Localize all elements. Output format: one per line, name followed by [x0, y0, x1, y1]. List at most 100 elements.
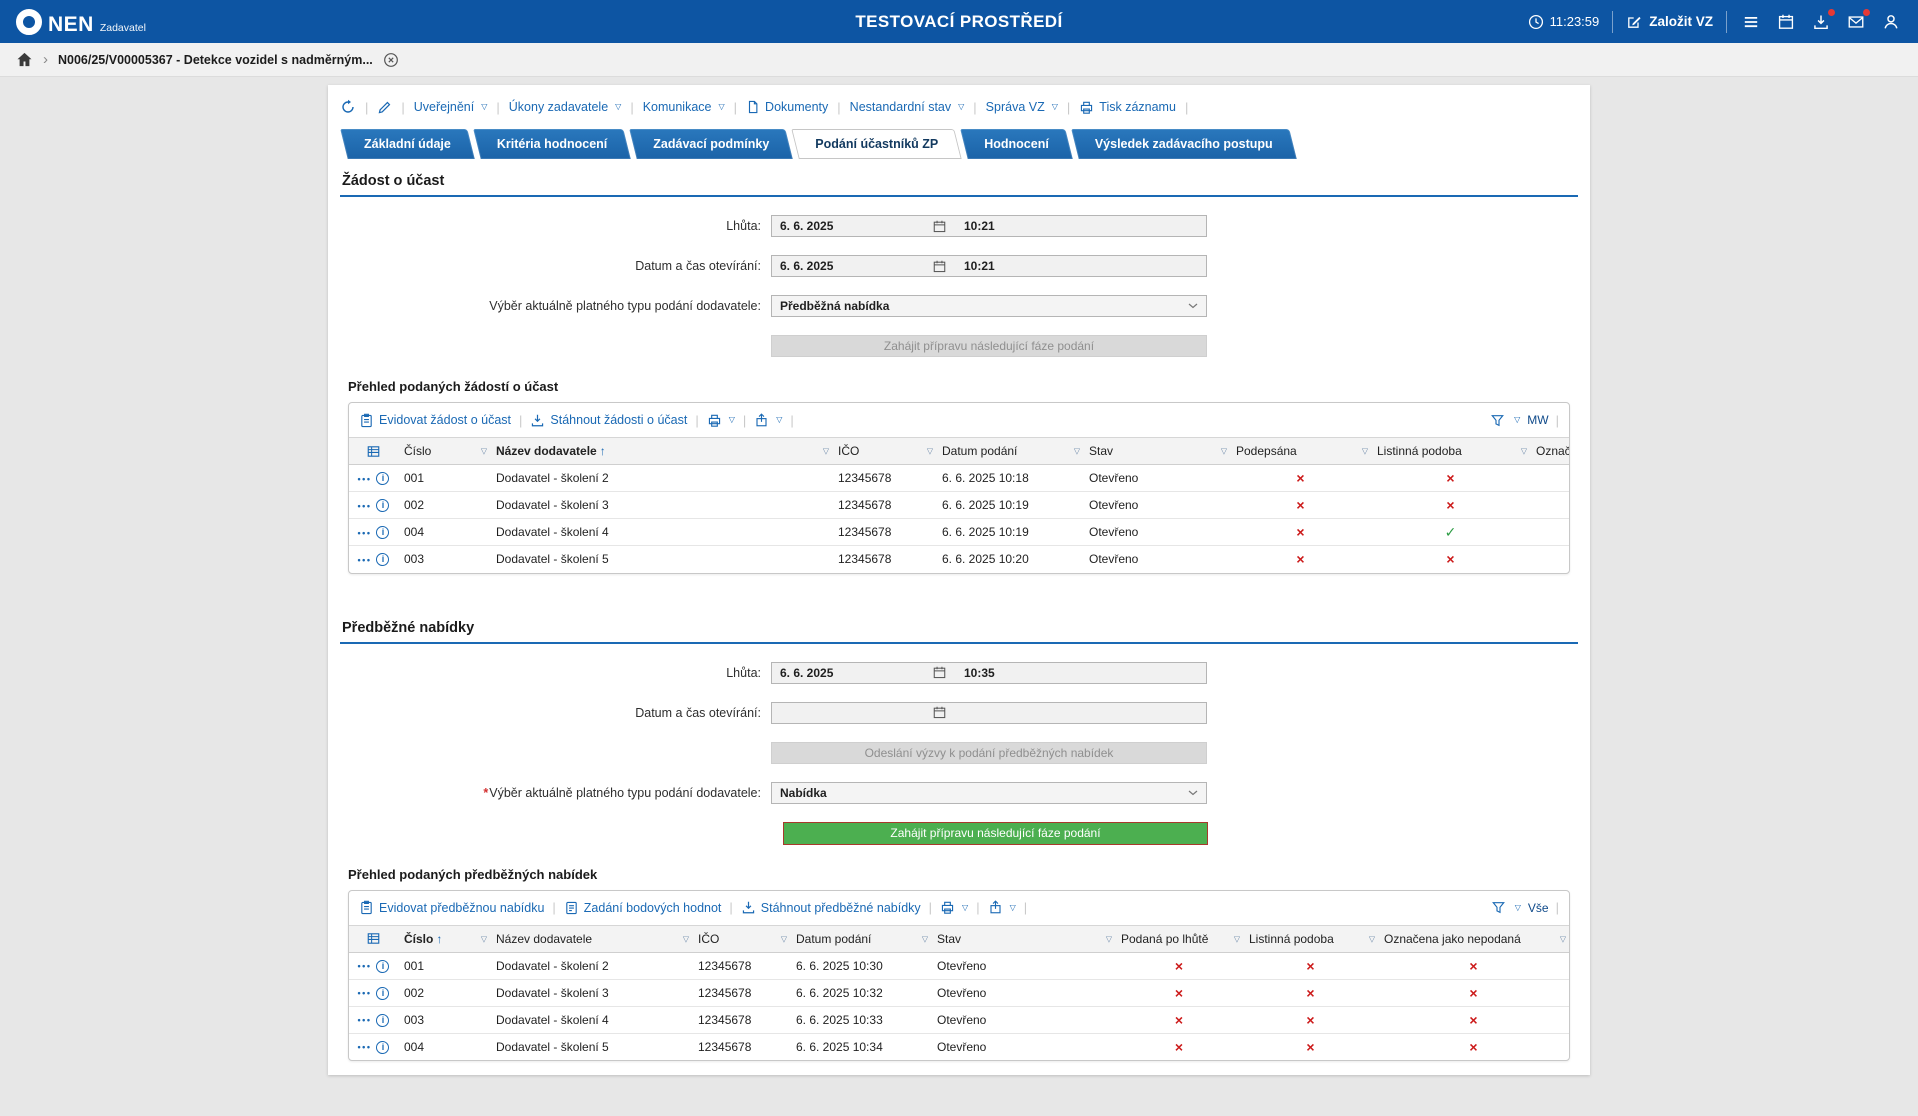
- row-info-button[interactable]: i: [376, 987, 389, 1000]
- table-row[interactable]: •••i 001 Dodavatel - školení 2 12345678 …: [349, 465, 1569, 492]
- menu-sprava-vz[interactable]: Správa VZ▽: [986, 100, 1058, 114]
- refresh-button[interactable]: [340, 99, 356, 115]
- home-icon[interactable]: [16, 51, 33, 68]
- col-header-po-lhute[interactable]: Podaná po lhůtě▽: [1115, 925, 1243, 952]
- col-header-cislo[interactable]: Číslo↑▽: [398, 925, 490, 952]
- table-row[interactable]: •••i 002 Dodavatel - školení 3 12345678 …: [349, 492, 1569, 519]
- row-menu-button[interactable]: •••: [358, 988, 372, 998]
- column-filter-icon[interactable]: ▽: [1221, 447, 1227, 456]
- column-filter-icon[interactable]: ▽: [1369, 934, 1375, 943]
- messages-button[interactable]: [1845, 11, 1867, 33]
- column-filter-icon[interactable]: ▽: [1521, 447, 1527, 456]
- export-table-button[interactable]: ▽: [988, 900, 1016, 915]
- chevron-down-icon[interactable]: ▽: [1515, 904, 1521, 912]
- col-header-cislo[interactable]: Číslo▽: [398, 438, 490, 465]
- row-info-button[interactable]: i: [376, 526, 389, 539]
- tab-hodnoceni[interactable]: Hodnocení: [964, 129, 1069, 159]
- col-header-nazev[interactable]: Název dodavatele▽: [490, 925, 692, 952]
- calendar-icon[interactable]: [932, 219, 950, 234]
- menu-ukony-zadavatele[interactable]: Úkony zadavatele▽: [509, 100, 622, 114]
- tab-vysledek-zadavaciho-postupu[interactable]: Výsledek zadávacího postupu: [1075, 129, 1293, 159]
- row-menu-button[interactable]: •••: [358, 1015, 372, 1025]
- col-header-oznacena[interactable]: Označ: [1530, 438, 1569, 465]
- create-vz-button[interactable]: Založit VZ: [1626, 14, 1713, 30]
- zadost-oteviran-field[interactable]: 6. 6. 2025 10:21: [771, 255, 1207, 277]
- tab-podani-ucastniku-zp[interactable]: Podání účastníků ZP: [795, 129, 958, 159]
- column-filter-icon[interactable]: ▽: [481, 447, 487, 456]
- zahajit-pripravu-button[interactable]: Zahájit přípravu následující fáze podání: [783, 822, 1208, 845]
- table-row[interactable]: •••i 004 Dodavatel - školení 4 12345678 …: [349, 519, 1569, 546]
- row-menu-button[interactable]: •••: [358, 474, 372, 484]
- col-header-datum[interactable]: Datum podání▽: [790, 925, 931, 952]
- column-filter-icon[interactable]: ▽: [1560, 934, 1566, 943]
- row-info-button[interactable]: i: [376, 960, 389, 973]
- evidovat-zadost-button[interactable]: Evidovat žádost o účast: [359, 413, 511, 428]
- row-menu-button[interactable]: •••: [358, 1042, 372, 1052]
- col-header-ico[interactable]: IČO▽: [832, 438, 936, 465]
- column-filter-icon[interactable]: ▽: [1234, 934, 1240, 943]
- row-menu-button[interactable]: •••: [358, 555, 372, 565]
- user-button[interactable]: [1880, 11, 1902, 33]
- zadost-lhuta-field[interactable]: 6. 6. 2025 10:21: [771, 215, 1207, 237]
- column-filter-icon[interactable]: ▽: [823, 447, 829, 456]
- print-table-button[interactable]: ▽: [940, 900, 968, 915]
- menu-nestandardni-stav[interactable]: Nestandardní stav▽: [850, 100, 965, 114]
- col-header-podepsana[interactable]: Podepsána▽: [1230, 438, 1371, 465]
- column-filter-icon[interactable]: ▽: [922, 934, 928, 943]
- column-filter-icon[interactable]: ▽: [683, 934, 689, 943]
- grid-settings-header[interactable]: [349, 925, 398, 952]
- col-header-listinna[interactable]: Listinná podoba▽: [1371, 438, 1530, 465]
- edit-record-button[interactable]: [377, 100, 392, 115]
- menu-tisk-zaznamu[interactable]: Tisk záznamu: [1079, 100, 1176, 115]
- column-filter-icon[interactable]: ▽: [1074, 447, 1080, 456]
- col-header-nazev[interactable]: Název dodavatele↑▽: [490, 438, 832, 465]
- row-info-button[interactable]: i: [376, 553, 389, 566]
- breadcrumb-record[interactable]: N006/25/V00005367 - Detekce vozidel s na…: [58, 53, 373, 67]
- table-row[interactable]: •••i 004 Dodavatel - školení 5 12345678 …: [349, 1033, 1569, 1060]
- tab-zadavaci-podminky[interactable]: Zadávací podmínky: [633, 129, 789, 159]
- grid-settings-header[interactable]: [349, 438, 398, 465]
- zadost-typ-podani-select[interactable]: Předběžná nabídka: [771, 295, 1207, 317]
- col-header-ico[interactable]: IČO▽: [692, 925, 790, 952]
- calendar-icon[interactable]: [932, 665, 950, 680]
- calendar-icon[interactable]: [932, 259, 950, 274]
- column-filter-icon[interactable]: ▽: [1362, 447, 1368, 456]
- chevron-down-icon[interactable]: ▽: [1514, 416, 1520, 424]
- col-header-stav[interactable]: Stav▽: [1083, 438, 1230, 465]
- nabidky-typ-podani-select[interactable]: Nabídka: [771, 782, 1207, 804]
- row-info-button[interactable]: i: [376, 1014, 389, 1027]
- tab-kriteria-hodnoceni[interactable]: Kritéria hodnocení: [477, 129, 627, 159]
- zahajit-pripravu-button-disabled[interactable]: Zahájit přípravu následující fáze podání: [771, 335, 1207, 357]
- col-header-nepodana[interactable]: Označena jako nepodaná▽: [1378, 925, 1569, 952]
- print-table-button[interactable]: ▽: [707, 413, 735, 428]
- column-filter-icon[interactable]: ▽: [781, 934, 787, 943]
- table-row[interactable]: •••i 003 Dodavatel - školení 4 12345678 …: [349, 1006, 1569, 1033]
- filter-icon[interactable]: [1491, 900, 1506, 915]
- tab-zakladni-udaje[interactable]: Základní údaje: [344, 129, 471, 159]
- menu-dokumenty[interactable]: Dokumenty: [746, 100, 828, 114]
- odeslani-vyzvy-button-disabled[interactable]: Odeslání výzvy k podání předběžných nabí…: [771, 742, 1207, 764]
- row-info-button[interactable]: i: [376, 499, 389, 512]
- nabidky-oteviran-field[interactable]: [771, 702, 1207, 724]
- col-header-stav[interactable]: Stav▽: [931, 925, 1115, 952]
- export-table-button[interactable]: ▽: [754, 413, 782, 428]
- calendar-icon[interactable]: [932, 705, 950, 720]
- col-header-datum[interactable]: Datum podání▽: [936, 438, 1083, 465]
- evidovat-nabidku-button[interactable]: Evidovat předběžnou nabídku: [359, 900, 544, 915]
- downloads-button[interactable]: [1810, 11, 1832, 33]
- nen-logo[interactable]: NEN Zadavatel: [16, 9, 146, 35]
- filter-icon[interactable]: [1490, 413, 1505, 428]
- column-filter-icon[interactable]: ▽: [481, 934, 487, 943]
- calendar-button[interactable]: [1775, 11, 1797, 33]
- column-filter-icon[interactable]: ▽: [927, 447, 933, 456]
- view-preset-label[interactable]: Vše: [1528, 901, 1549, 915]
- row-menu-button[interactable]: •••: [358, 501, 372, 511]
- stahnout-nabidky-button[interactable]: Stáhnout předběžné nabídky: [741, 900, 921, 915]
- table-row[interactable]: •••i 003 Dodavatel - školení 5 12345678 …: [349, 546, 1569, 573]
- view-preset-label[interactable]: MW: [1527, 413, 1548, 427]
- menu-komunikace[interactable]: Komunikace▽: [643, 100, 725, 114]
- row-info-button[interactable]: i: [376, 472, 389, 485]
- menu-button[interactable]: [1740, 11, 1762, 33]
- row-menu-button[interactable]: •••: [358, 528, 372, 538]
- row-menu-button[interactable]: •••: [358, 961, 372, 971]
